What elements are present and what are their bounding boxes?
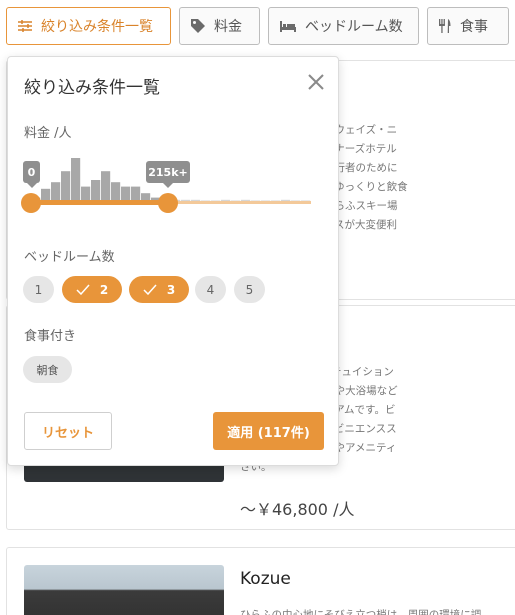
price-max-label: 215k+ [146,161,190,188]
listing-title: Kozue [240,569,291,589]
bedroom-option-3[interactable]: 3 [129,276,189,303]
filter-bedroom-button[interactable]: ベッドルーム数 [268,7,419,45]
listing-description: ひらふの中心地にそびえ立つ梢は、周囲の環境に調 [240,609,482,615]
utensils-icon [438,18,452,34]
close-icon[interactable] [306,72,326,92]
apply-button[interactable]: 適用 (117件) [213,412,324,450]
histogram-bar [131,186,141,202]
listing-photo[interactable] [24,565,224,615]
histogram-bar [51,182,61,202]
tag-icon [190,18,206,34]
check-icon [143,284,157,295]
meal-option-breakfast[interactable]: 朝食 [23,356,72,383]
filter-meal-button[interactable]: 食事 [427,7,509,45]
histogram-bar [101,171,111,202]
price-section-label: 料金 /人 [24,126,72,141]
meal-section-label: 食事付き [24,329,77,344]
bedroom-section-label: ベッドルーム数 [24,250,115,265]
histogram-bar [111,182,121,202]
histogram-bar [121,186,131,202]
listing-price: 〜￥46,800 /人 [240,500,355,519]
price-track-inactive [171,201,311,204]
histogram-bar [71,158,81,202]
filter-popup: 絞り込み条件一覧 料金 /人 0 215k+ ベッドルーム数 1 2 3 4 5… [7,56,339,466]
bedroom-option-4[interactable]: 4 [195,276,226,303]
histogram-bar [81,186,91,202]
price-max-handle[interactable] [158,193,178,213]
price-track-active [31,200,171,205]
filter-price-button[interactable]: 料金 [179,7,260,45]
filter-meal-label: 食事 [460,19,488,35]
filter-bar: 絞り込み条件一覧 料金 ベッドルーム数 食事 [0,0,515,50]
filter-price-label: 料金 [214,19,242,35]
bed-icon [279,19,297,33]
sliders-icon [17,19,33,33]
bedroom-option-1[interactable]: 1 [23,276,54,303]
histogram-bar [91,180,101,202]
reset-button[interactable]: リセット [24,412,112,450]
listing-card[interactable]: Kozue ひらふの中心地にそびえ立つ梢は、周囲の環境に調 [6,547,515,615]
price-min-handle[interactable] [21,193,41,213]
filter-all-button[interactable]: 絞り込み条件一覧 [6,7,171,45]
bedroom-option-5[interactable]: 5 [234,276,265,303]
price-min-label: 0 [23,161,40,188]
check-icon [76,284,90,295]
histogram-bar [61,171,71,202]
popup-title: 絞り込み条件一覧 [24,78,160,98]
bedroom-option-2[interactable]: 2 [62,276,122,303]
filter-all-label: 絞り込み条件一覧 [41,19,153,35]
filter-bedroom-label: ベッドルーム数 [305,19,403,35]
